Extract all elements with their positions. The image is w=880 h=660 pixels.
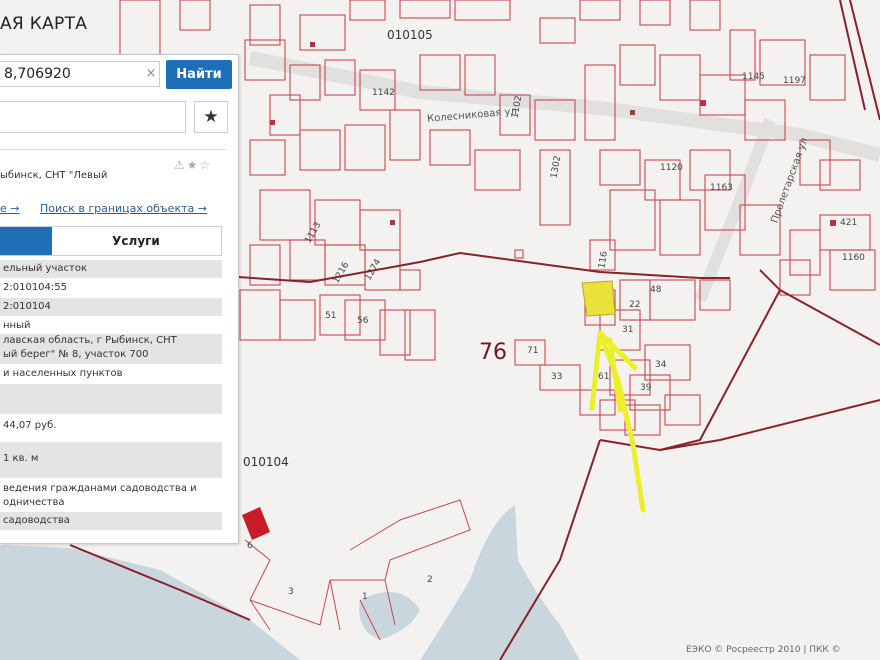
info-panel: × Найти ★ ⚠★☆ ыбинск, СНТ "Левый е → Пои… [0, 54, 239, 544]
lot-number: 61 [598, 372, 610, 382]
field-row: и населенных пунктов [0, 366, 222, 382]
field-value: 2:010104:55 [3, 282, 67, 293]
field-value: садоводства [3, 515, 70, 526]
search-input[interactable] [0, 61, 160, 87]
lot-number: 1197 [783, 76, 806, 86]
field-row: 1 кв. м [0, 450, 222, 478]
lot-number: 71 [527, 346, 539, 356]
lot-number: 31 [622, 325, 634, 335]
lot-number: 6 [247, 541, 253, 551]
object-card: ⚠★☆ ыбинск, СНТ "Левый е → Поиск в грани… [0, 149, 226, 536]
field-value: 2:010104 [3, 301, 51, 312]
lot-number: 1160 [842, 253, 865, 263]
field-row [0, 384, 222, 414]
lot-number: 34 [655, 360, 667, 370]
lot-number: 39 [640, 383, 652, 393]
lot-number: 56 [357, 316, 369, 326]
card-title: ыбинск, СНТ "Левый [0, 170, 108, 181]
field-value: и населенных пунктов [3, 368, 123, 379]
field-row: ельный участок [0, 260, 222, 278]
field-row: 44,07 руб. [0, 418, 222, 434]
quarter-label-top: 010105 [387, 28, 433, 42]
copyright-text: ЕЭКО © Росреестр 2010 | ПКК © [686, 645, 841, 655]
lot-number: 48 [650, 285, 662, 295]
field-value: ельный участок [3, 263, 87, 274]
field-value: лавская область, г Рыбинск, СНТ [3, 335, 177, 346]
search-row: × Найти [0, 59, 236, 91]
lot-number: 33 [551, 372, 563, 382]
field-row: нный [0, 318, 222, 334]
lot-number: 421 [840, 218, 858, 228]
field-row: садоводства [0, 512, 222, 530]
field-value: нный [3, 320, 31, 331]
lot-number: 1142 [372, 88, 395, 98]
map-title: АЯ КАРТА [0, 14, 88, 34]
field-value: одничества [3, 497, 65, 508]
selected-parcel[interactable] [581, 280, 616, 317]
find-button[interactable]: Найти [166, 60, 232, 89]
field-value: 44,07 руб. [3, 420, 57, 431]
field-value: 1 кв. м [3, 453, 39, 464]
lot-number: 1120 [660, 163, 683, 173]
field-value: ый берег" № 8, участок 700 [3, 349, 149, 360]
star-icon[interactable]: ★ [194, 101, 228, 133]
back-link[interactable]: е → [0, 202, 19, 215]
lot-number: 1163 [710, 183, 733, 193]
field-row: ведения гражданами садоводства и одничес… [0, 482, 222, 510]
favorites-field[interactable] [0, 101, 186, 133]
lot-number: 1145 [742, 72, 765, 82]
lot-number: 3 [288, 587, 294, 597]
clear-icon[interactable]: × [144, 67, 158, 81]
card-tools-icons[interactable]: ⚠★☆ [174, 158, 212, 172]
card-tabs: Услуги [0, 226, 222, 256]
lot-number: 22 [629, 300, 641, 310]
tab-services[interactable]: Услуги [52, 227, 220, 255]
lot-number: 2 [427, 575, 433, 585]
tab-info[interactable] [0, 227, 52, 255]
field-value: ведения гражданами садоводства и [3, 483, 197, 494]
search-in-bounds-link[interactable]: Поиск в границах объекта → [40, 202, 207, 215]
field-row: лавская область, г Рыбинск, СНТ ый берег… [0, 334, 222, 364]
favorites-row: ★ [0, 101, 236, 135]
quarter-label-mid: 010104 [243, 455, 289, 469]
field-row: 2:010104:55 [0, 280, 222, 296]
field-row: 2:010104 [0, 298, 222, 316]
lot-number: 1 [362, 592, 368, 602]
lot-number: 51 [325, 311, 337, 321]
quarter-label-big: 76 [479, 340, 507, 365]
